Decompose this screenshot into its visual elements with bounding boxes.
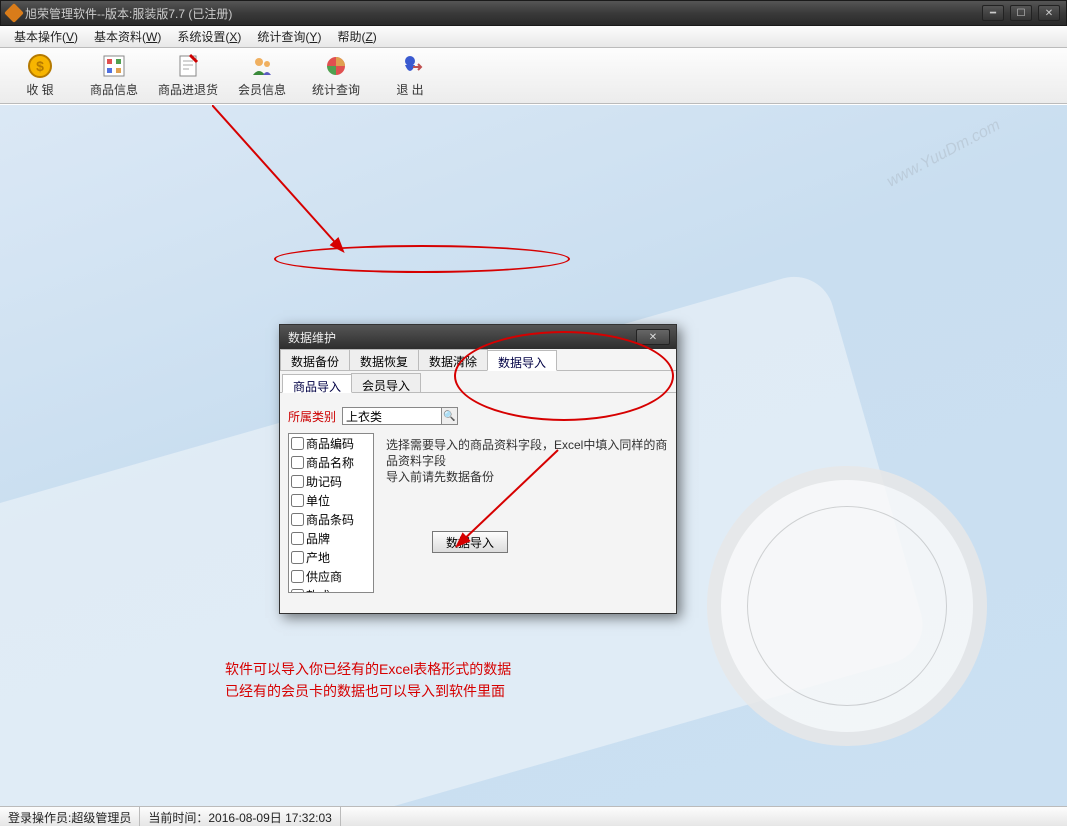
category-combo[interactable]: 🔍 xyxy=(342,407,458,425)
checkbox[interactable] xyxy=(291,494,304,507)
subtab-product-import[interactable]: 商品导入 xyxy=(282,374,352,393)
status-operator: 登录操作员:超级管理员 xyxy=(0,807,140,826)
list-item[interactable]: 助记码 xyxy=(289,472,373,491)
tool-product-info[interactable]: 商品信息 xyxy=(78,50,150,101)
dialog-close-button[interactable]: ✕ xyxy=(636,329,670,345)
people-icon xyxy=(249,53,275,79)
checkbox[interactable] xyxy=(291,475,304,488)
menu-stats[interactable]: 统计查询(Y) xyxy=(249,26,329,47)
checkbox[interactable] xyxy=(291,570,304,583)
svg-text:$: $ xyxy=(36,58,44,74)
window-title: 旭荣管理软件--版本:服装版7.7 (已注册) xyxy=(25,5,232,22)
tab-import[interactable]: 数据导入 xyxy=(487,350,557,371)
doc-icon xyxy=(175,53,201,79)
exit-icon xyxy=(397,53,423,79)
menu-basic-ops[interactable]: 基本操作(V) xyxy=(6,26,86,47)
chart-icon xyxy=(323,53,349,79)
fields-listbox[interactable]: 商品编码 商品名称 助记码 单位 商品条码 品牌 产地 供应商 款式 备注 零售… xyxy=(288,433,374,593)
coin-icon: $ xyxy=(27,53,53,79)
menu-help[interactable]: 帮助(Z) xyxy=(329,26,384,47)
dialog-title: 数据维护 xyxy=(288,329,336,346)
checkbox[interactable] xyxy=(291,532,304,545)
tool-cashier[interactable]: $ 收 银 xyxy=(4,50,76,101)
statusbar: 登录操作员:超级管理员 当前时间：2016-08-09日 17:32:03 xyxy=(0,806,1067,826)
annotation-arrow-1 xyxy=(212,105,352,335)
list-item[interactable]: 商品编码 xyxy=(289,434,373,453)
list-item[interactable]: 商品条码 xyxy=(289,510,373,529)
menu-basic-data[interactable]: 基本资料(W) xyxy=(86,26,169,47)
tool-label: 收 银 xyxy=(26,81,53,98)
tool-stats[interactable]: 统计查询 xyxy=(300,50,372,101)
content-area: www.YuuDm.com 数据维护 ✕ 数据备份 数据恢复 数据清除 数据导入… xyxy=(0,104,1067,806)
checkbox[interactable] xyxy=(291,437,304,450)
watermark: www.YuuDm.com xyxy=(884,117,1003,192)
toolbar: $ 收 银 商品信息 商品进退货 会员信息 统计查询 xyxy=(0,48,1067,104)
background-clock xyxy=(707,466,987,746)
checkbox[interactable] xyxy=(291,456,304,469)
import-desc-2: 导入前请先数据备份 xyxy=(386,469,668,485)
close-button[interactable]: ✕ xyxy=(1038,5,1060,21)
annotation-ellipse-tabs xyxy=(274,245,570,273)
list-item[interactable]: 品牌 xyxy=(289,529,373,548)
minimize-button[interactable]: ━ xyxy=(982,5,1004,21)
tool-label: 退 出 xyxy=(396,81,423,98)
tool-exit[interactable]: 退 出 xyxy=(374,50,446,101)
tool-label: 统计查询 xyxy=(312,81,360,98)
data-maintenance-dialog: 数据维护 ✕ 数据备份 数据恢复 数据清除 数据导入 商品导入 会员导入 所属类… xyxy=(279,324,677,614)
import-right-panel: 选择需要导入的商品资料字段，Excel中填入同样的商品资料字段 导入前请先数据备… xyxy=(386,433,668,593)
tool-stock-inout[interactable]: 商品进退货 xyxy=(152,50,224,101)
tab-clear[interactable]: 数据清除 xyxy=(418,349,488,370)
list-item[interactable]: 款式 xyxy=(289,586,373,593)
tool-label: 会员信息 xyxy=(238,81,286,98)
list-item[interactable]: 供应商 xyxy=(289,567,373,586)
dialog-titlebar[interactable]: 数据维护 ✕ xyxy=(280,325,676,349)
search-icon[interactable]: 🔍 xyxy=(442,407,458,425)
category-input[interactable] xyxy=(342,407,442,425)
status-time: 当前时间：2016-08-09日 17:32:03 xyxy=(140,807,340,826)
tool-member-info[interactable]: 会员信息 xyxy=(226,50,298,101)
tool-label: 商品进退货 xyxy=(158,81,218,98)
checkbox[interactable] xyxy=(291,513,304,526)
app-icon xyxy=(4,3,24,23)
list-item[interactable]: 单位 xyxy=(289,491,373,510)
checkbox[interactable] xyxy=(291,551,304,564)
tab-restore[interactable]: 数据恢复 xyxy=(349,349,419,370)
subtab-member-import[interactable]: 会员导入 xyxy=(351,373,421,392)
grid-icon xyxy=(101,53,127,79)
tool-label: 商品信息 xyxy=(90,81,138,98)
import-desc-1: 选择需要导入的商品资料字段，Excel中填入同样的商品资料字段 xyxy=(386,437,668,469)
list-item[interactable]: 产地 xyxy=(289,548,373,567)
import-button[interactable]: 数据导入 xyxy=(432,531,508,553)
checkbox[interactable] xyxy=(291,589,304,593)
dialog-sub-tabs: 商品导入 会员导入 xyxy=(280,371,676,393)
tab-backup[interactable]: 数据备份 xyxy=(280,349,350,370)
category-label: 所属类别 xyxy=(288,408,336,425)
list-item[interactable]: 商品名称 xyxy=(289,453,373,472)
dialog-body: 所属类别 🔍 商品编码 商品名称 助记码 单位 商品条码 品牌 产地 xyxy=(280,393,676,613)
menu-sys-settings[interactable]: 系统设置(X) xyxy=(169,26,249,47)
titlebar: 旭荣管理软件--版本:服装版7.7 (已注册) ━ ☐ ✕ xyxy=(0,0,1067,26)
maximize-button[interactable]: ☐ xyxy=(1010,5,1032,21)
menubar: 基本操作(V) 基本资料(W) 系统设置(X) 统计查询(Y) 帮助(Z) xyxy=(0,26,1067,48)
dialog-tabs: 数据备份 数据恢复 数据清除 数据导入 xyxy=(280,349,676,371)
